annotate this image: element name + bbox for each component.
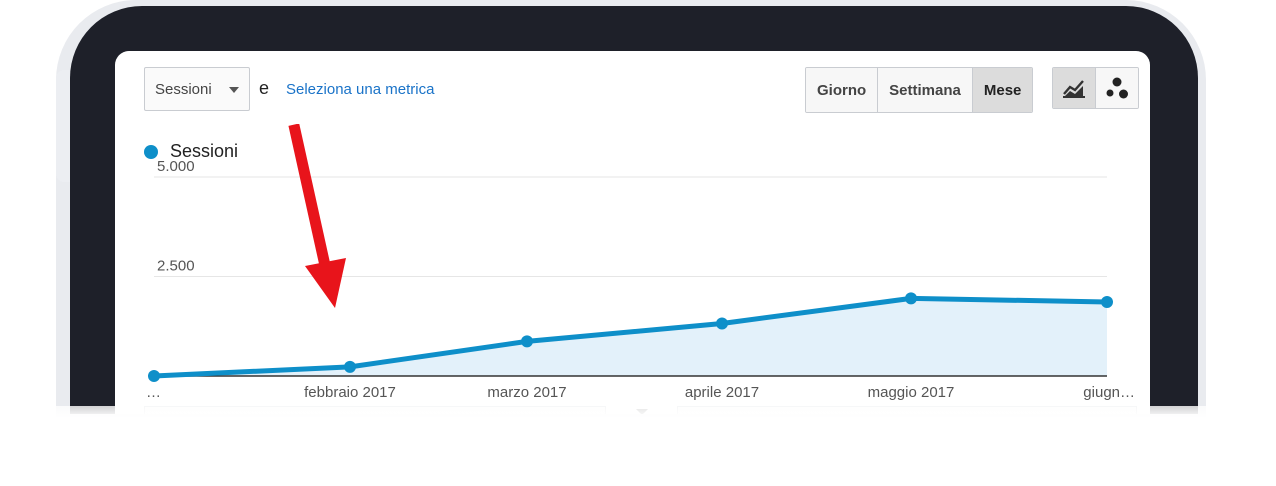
x-tick-label: … (146, 384, 161, 401)
data-point (148, 370, 160, 382)
x-tick-label: maggio 2017 (868, 384, 955, 401)
x-tick-label: marzo 2017 (487, 384, 566, 401)
y-tick-label: 5.000 (157, 158, 195, 175)
data-point (716, 317, 728, 330)
data-point (344, 360, 356, 373)
series-area (154, 298, 1107, 376)
device-side-button (56, 70, 70, 182)
data-point (905, 292, 917, 305)
data-point (521, 335, 533, 348)
x-tick-label: febbraio 2017 (304, 384, 396, 401)
analytics-screen: Sessioni e Seleziona una metrica Giorno … (115, 51, 1150, 414)
x-tick-label: aprile 2017 (685, 384, 759, 401)
data-point (1101, 295, 1113, 308)
sessions-area-chart: 2.500 5.000 … febbraio 2017 marzo 2017 aprile… (146, 158, 1135, 401)
y-tick-label: 2.500 (157, 258, 195, 275)
bottom-fade (0, 406, 1276, 486)
x-tick-label: giugn… (1083, 384, 1135, 401)
red-arrow-icon (288, 124, 346, 308)
